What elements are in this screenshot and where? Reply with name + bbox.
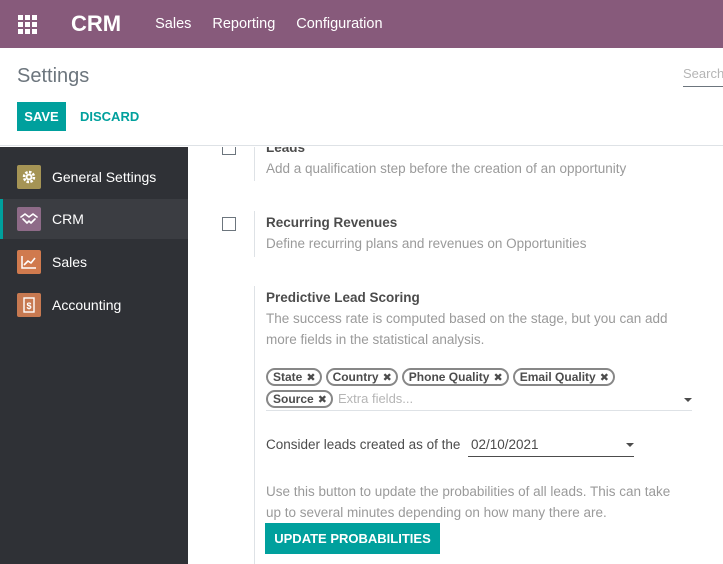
pls-fields-tags: State ✖ Country ✖ Phone Quality ✖ Email Qua… — [266, 368, 619, 386]
leads-description: Add a qualification step before the crea… — [266, 161, 627, 176]
search-input[interactable]: Search... — [683, 66, 723, 87]
divider — [254, 211, 255, 257]
tag-remove-icon[interactable]: ✖ — [600, 371, 609, 384]
apps-menu-button[interactable] — [0, 0, 54, 48]
menu-reporting[interactable]: Reporting — [212, 16, 275, 32]
save-button[interactable]: SAVE — [17, 102, 66, 131]
tag-label: Phone Quality — [408, 370, 490, 384]
tag-label: State — [273, 370, 303, 384]
update-help-line1: Use this button to update the probabilit… — [266, 484, 671, 499]
sidebar-item-label: Sales — [52, 254, 88, 270]
recurring-revenues-description: Define recurring plans and revenues on O… — [266, 236, 587, 251]
leads-title: Leads — [266, 147, 306, 155]
tag-email-quality: Email Quality ✖ — [512, 368, 615, 386]
tag-label: Country — [332, 370, 379, 384]
discard-button[interactable]: DISCARD — [80, 102, 139, 131]
extra-fields-placeholder: Extra fields... — [338, 391, 414, 406]
control-panel: Settings Search... SAVE DISCARD — [0, 48, 723, 146]
date-label: Consider leads created as of the — [266, 437, 461, 452]
handshake-icon — [17, 207, 41, 231]
page-title: Settings — [17, 65, 90, 87]
apps-grid-icon — [17, 14, 37, 34]
date-value: 02/10/2021 — [471, 437, 539, 452]
sidebar-item-accounting[interactable]: $ Accounting — [0, 285, 188, 325]
sidebar-item-label: Accounting — [52, 297, 122, 313]
pls-description-line1: The success rate is computed based on th… — [266, 311, 668, 326]
tag-country: Country ✖ — [325, 368, 398, 386]
sidebar-item-label: CRM — [52, 211, 84, 227]
tag-remove-icon[interactable]: ✖ — [493, 371, 502, 384]
menu-configuration[interactable]: Configuration — [296, 16, 382, 32]
divider — [254, 286, 255, 564]
invoice-icon: $ — [17, 293, 41, 317]
settings-sidebar: General Settings CRM Sales $ Accounting — [0, 147, 188, 564]
date-input[interactable]: 02/10/2021 — [468, 433, 634, 457]
app-brand[interactable]: CRM — [71, 11, 121, 37]
tag-phone-quality: Phone Quality ✖ — [401, 368, 509, 386]
extra-fields-input[interactable]: Extra fields... — [266, 387, 692, 411]
leads-checkbox[interactable] — [222, 147, 236, 155]
pls-title: Predictive Lead Scoring — [266, 290, 420, 305]
recurring-revenues-title: Recurring Revenues — [266, 215, 398, 230]
tag-remove-icon[interactable]: ✖ — [383, 371, 392, 384]
tag-remove-icon[interactable]: ✖ — [306, 371, 315, 384]
chevron-down-icon[interactable] — [626, 443, 634, 447]
recurring-revenues-checkbox[interactable] — [222, 217, 236, 231]
update-probabilities-button[interactable]: UPDATE PROBABILITIES — [265, 523, 440, 554]
tag-state: State ✖ — [266, 368, 322, 386]
pls-description-line2: more fields in the statistical analysis. — [266, 332, 485, 347]
tag-label: Email Quality — [519, 370, 596, 384]
sidebar-item-label: General Settings — [52, 169, 157, 185]
settings-content: Leads Add a qualification step before th… — [188, 147, 723, 564]
sidebar-item-sales[interactable]: Sales — [0, 242, 188, 282]
update-help-line2: up to several minutes depending on how m… — [266, 505, 607, 520]
divider — [254, 147, 255, 181]
sidebar-item-crm[interactable]: CRM — [0, 199, 188, 239]
chevron-down-icon[interactable] — [684, 398, 692, 402]
sidebar-item-general-settings[interactable]: General Settings — [0, 157, 188, 197]
top-navbar: CRM Sales Reporting Configuration — [0, 0, 723, 48]
menu-sales[interactable]: Sales — [155, 16, 191, 32]
gear-icon — [17, 165, 41, 189]
svg-text:$: $ — [26, 301, 31, 311]
chart-line-icon — [17, 250, 41, 274]
